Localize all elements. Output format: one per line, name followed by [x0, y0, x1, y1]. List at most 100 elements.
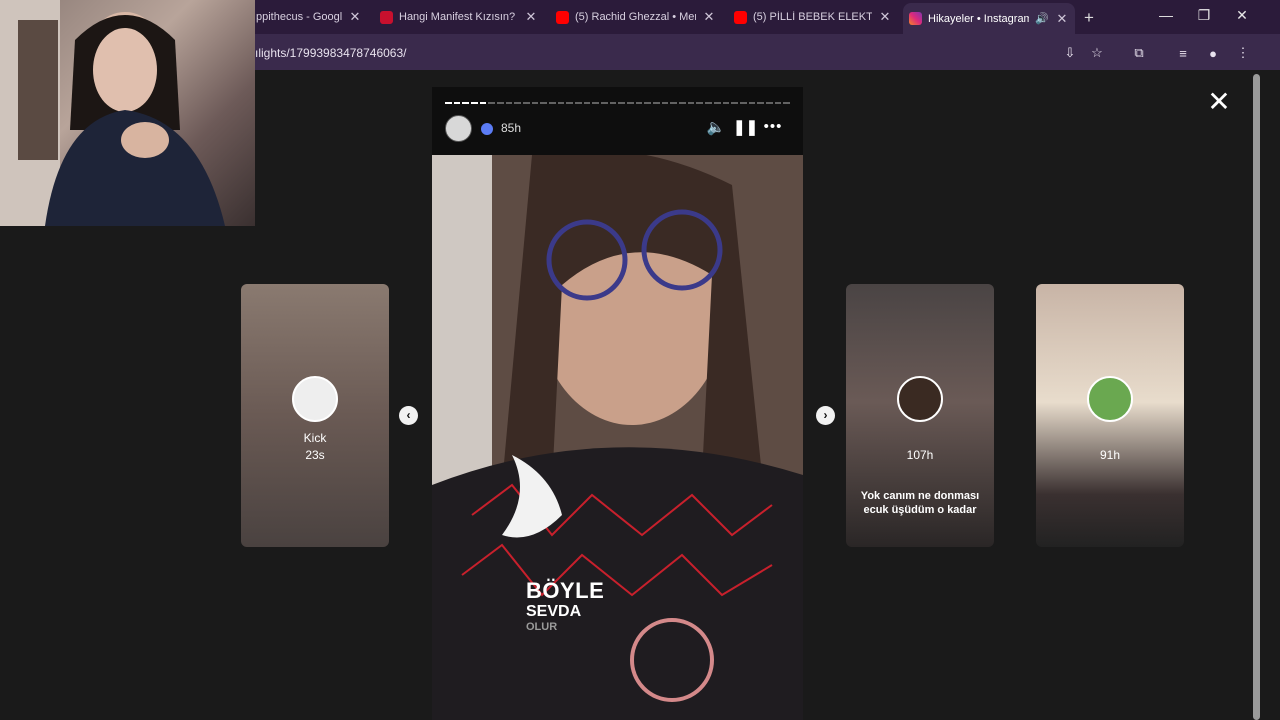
progress-segment	[462, 102, 470, 104]
tab-youtube-pilli[interactable]: (5) PİLLİ BEBEK ELEKTROAK ✕	[728, 5, 898, 29]
restore-icon[interactable]: ❐	[1194, 7, 1214, 24]
tab-google[interactable]: ppithecus - Google ✕	[250, 5, 368, 29]
story-text: Yok canım ne donması ecuk üşüdüm o kadar	[860, 490, 980, 516]
address-bar[interactable]: ılights/17993983478746063/	[255, 46, 406, 60]
pause-icon[interactable]: ❚❚	[733, 118, 758, 136]
volume-icon[interactable]: 🔈	[706, 118, 726, 136]
side-story-card-3[interactable]: 91h	[1036, 284, 1184, 547]
star-icon[interactable]: ☆	[1088, 44, 1106, 62]
avatar	[1087, 376, 1133, 422]
tab-title: ppithecus - Google	[256, 11, 342, 23]
progress-segment	[505, 102, 513, 104]
story-user-name: Kick	[303, 431, 327, 445]
progress-segment	[609, 102, 617, 104]
story-header: 85h 🔈 ❚❚ •••	[432, 87, 803, 155]
progress-segment	[696, 102, 704, 104]
side-story-card-kick[interactable]: Kick 23s	[241, 284, 389, 547]
speaker-icon[interactable]: 🔊	[1035, 12, 1049, 25]
story-progress-bar	[445, 102, 790, 104]
youtube-icon	[556, 10, 569, 24]
progress-segment	[739, 102, 747, 104]
tab-manifest[interactable]: Hangi Manifest Kızısın? 20 ✕	[374, 5, 544, 29]
progress-segment	[670, 102, 678, 104]
side-story-card-2[interactable]: 107h Yok canım ne donması ecuk üşüdüm o …	[846, 284, 994, 547]
scrollbar-thumb[interactable]	[1253, 74, 1260, 720]
new-tab-button[interactable]: +	[1084, 8, 1094, 28]
caption-line: SEVDA	[526, 603, 582, 620]
extensions-icon[interactable]: ⧉	[1130, 44, 1148, 62]
media-icon[interactable]: ≡	[1174, 44, 1192, 62]
progress-segment	[731, 102, 738, 104]
progress-segment	[687, 102, 695, 104]
tab-title: Hikayeler • Instagram	[928, 12, 1029, 25]
progress-segment	[583, 102, 591, 104]
story-time: 23s	[305, 448, 325, 462]
progress-segment	[531, 102, 539, 104]
webcam-overlay	[0, 0, 255, 226]
close-icon[interactable]: ✕	[1055, 11, 1069, 27]
caption-line: OLUR	[526, 621, 558, 633]
more-options-icon[interactable]: •••	[763, 118, 783, 135]
story-time: 85h	[501, 121, 522, 135]
story-time: 107h	[906, 448, 934, 462]
story-caption: BÖYLE SEVDA OLUR	[526, 580, 604, 633]
install-icon[interactable]: ⇩	[1061, 44, 1079, 62]
progress-segment	[679, 102, 686, 104]
verified-icon	[481, 123, 493, 135]
close-icon[interactable]: ✕	[702, 9, 716, 25]
progress-segment	[757, 102, 764, 104]
progress-segment	[748, 102, 756, 104]
progress-segment	[592, 102, 600, 104]
progress-segment	[497, 102, 504, 104]
progress-segment	[557, 102, 565, 104]
avatar	[897, 376, 943, 422]
tab-instagram[interactable]: Hikayeler • Instagram 🔊 ✕	[903, 3, 1075, 34]
close-icon[interactable]: ✕	[878, 9, 892, 25]
progress-segment	[722, 102, 730, 104]
next-story-button[interactable]: ›	[816, 406, 835, 425]
story-photo-image	[432, 149, 803, 720]
tab-title: (5) PİLLİ BEBEK ELEKTROAK	[753, 11, 872, 23]
caption-line: BÖYLE	[526, 578, 605, 603]
progress-segment	[618, 102, 626, 104]
close-window-icon[interactable]: ✕	[1232, 7, 1252, 24]
tab-title: Hangi Manifest Kızısın? 20	[399, 11, 518, 23]
progress-segment	[783, 102, 790, 104]
webcam-person-image	[0, 0, 225, 226]
story-time: 91h	[1099, 448, 1121, 462]
close-icon[interactable]: ✕	[348, 9, 362, 25]
avatar[interactable]	[445, 115, 472, 142]
progress-segment	[471, 102, 478, 104]
progress-segment	[488, 102, 496, 104]
turkish-flag-icon	[380, 10, 393, 24]
progress-segment	[601, 102, 608, 104]
progress-segment	[774, 102, 782, 104]
avatar	[292, 376, 338, 422]
previous-story-button[interactable]: ‹	[399, 406, 418, 425]
menu-icon[interactable]: ⋮	[1234, 44, 1252, 62]
progress-segment	[549, 102, 556, 104]
youtube-icon	[734, 10, 747, 24]
progress-segment	[653, 102, 660, 104]
story-photo: BÖYLE SEVDA OLUR	[432, 149, 803, 720]
progress-segment	[445, 102, 452, 104]
progress-segment	[661, 102, 669, 104]
progress-segment	[575, 102, 582, 104]
tab-youtube-rachid[interactable]: (5) Rachid Ghezzal • Merte ✕	[550, 5, 722, 29]
progress-segment	[765, 102, 773, 104]
progress-segment	[635, 102, 643, 104]
progress-segment	[453, 102, 461, 104]
minimize-icon[interactable]: —	[1156, 7, 1176, 23]
active-story[interactable]: 85h 🔈 ❚❚ ••• BÖYLE SEVDA OLUR	[432, 87, 803, 720]
close-icon[interactable]: ✕	[524, 9, 538, 25]
progress-segment	[514, 102, 522, 104]
tab-title: (5) Rachid Ghezzal • Merte	[575, 11, 696, 23]
progress-segment	[627, 102, 634, 104]
profile-icon[interactable]: ●	[1204, 44, 1222, 62]
progress-segment	[713, 102, 721, 104]
progress-segment	[705, 102, 712, 104]
progress-segment	[540, 102, 548, 104]
progress-segment	[523, 102, 530, 104]
close-story-button[interactable]: ✕	[1206, 88, 1232, 116]
progress-segment	[644, 102, 652, 104]
